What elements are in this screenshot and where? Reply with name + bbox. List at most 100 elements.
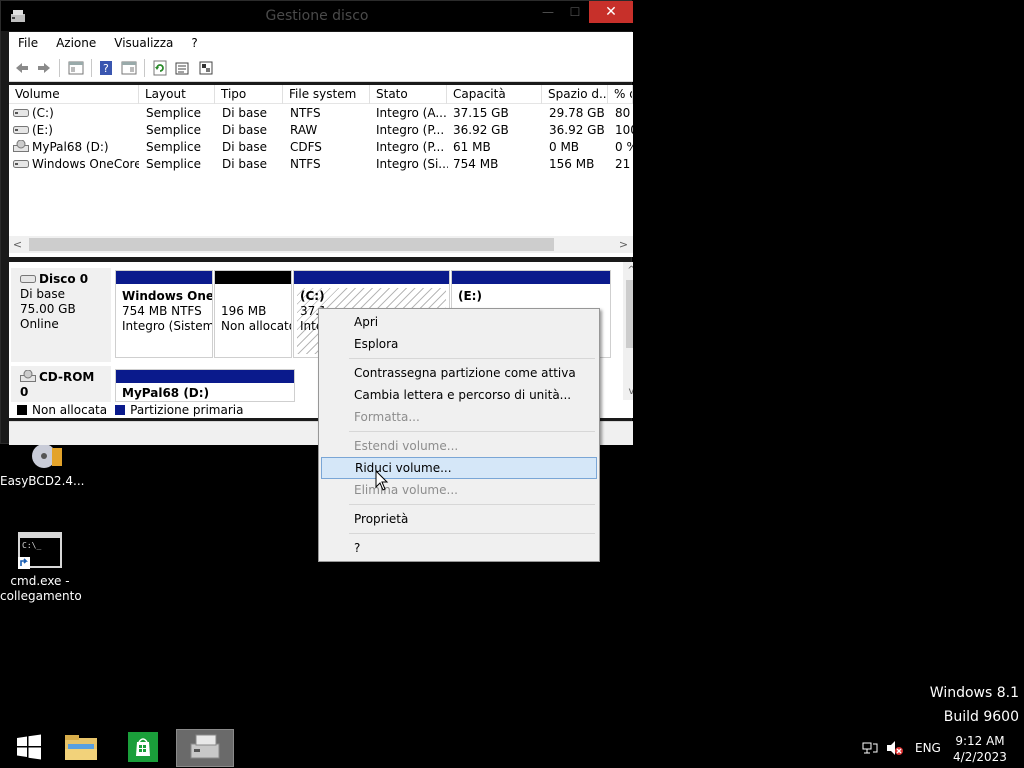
menu-item-change-letter[interactable]: Cambia lettera e percorso di unità...	[321, 384, 597, 406]
menu-item-help[interactable]: ?	[321, 537, 597, 559]
desktop-icon-easybcd[interactable]: EasyBCD2.4...	[0, 440, 85, 489]
minimize-button[interactable]: —	[535, 1, 561, 23]
column-header-volume[interactable]: Volume	[9, 85, 139, 104]
cell-spazio: 156 MB	[549, 157, 595, 171]
disk0-status: Online	[20, 317, 59, 331]
network-icon[interactable]	[862, 728, 878, 768]
watermark-os: Windows 8.1	[929, 685, 1019, 701]
disk0-label[interactable]: Disco 0 Di base 75.00 GB Online	[11, 268, 111, 362]
menu-item-shrink-volume[interactable]: Riduci volume...	[321, 457, 597, 479]
taskbar-store[interactable]	[114, 729, 172, 767]
menu-item-mark-active[interactable]: Contrassegna partizione come attiva	[321, 362, 597, 384]
table-row[interactable]: (C:) Semplice Di base NTFS Integro (A...…	[9, 105, 633, 122]
legend-primary: Partizione primaria	[130, 403, 244, 417]
volume-list: Volume Layout Tipo File system Stato Cap…	[9, 85, 633, 257]
volume-muted-icon[interactable]	[886, 728, 904, 768]
column-header-spazio[interactable]: Spazio d...	[542, 85, 608, 104]
menu-item-apri[interactable]: Apri	[321, 311, 597, 333]
context-menu: Apri Esplora Contrassegna partizione com…	[318, 308, 600, 562]
cell-tipo: Di base	[222, 106, 267, 120]
cdrom0-label[interactable]: CD-ROM 0 CD-ROM	[11, 366, 111, 414]
cell-layout: Semplice	[146, 157, 201, 171]
cell-capacita: 754 MB	[453, 157, 499, 171]
menu-file[interactable]: File	[9, 36, 47, 50]
taskbar-file-explorer[interactable]	[52, 729, 110, 767]
language-indicator[interactable]: ENG	[915, 728, 941, 768]
table-row[interactable]: (E:) Semplice Di base RAW Integro (P... …	[9, 122, 633, 139]
cell-capacita: 61 MB	[453, 140, 491, 154]
menu-separator	[349, 533, 595, 534]
desktop-icon-label: cmd.exe - collegamento	[0, 574, 82, 603]
vertical-scroll-thumb[interactable]	[626, 280, 633, 348]
disk0-name: Disco 0	[39, 272, 89, 286]
menu-visualizza[interactable]: Visualizza	[105, 36, 182, 50]
partition-title: (E:)	[458, 289, 482, 303]
close-button[interactable]: ✕	[589, 1, 633, 23]
table-row[interactable]: Windows OneCore Semplice Di base NTFS In…	[9, 156, 633, 173]
partition-title: MyPal68 (D:)	[122, 386, 210, 400]
menu-separator	[349, 431, 595, 432]
menu-help[interactable]: ?	[182, 36, 206, 50]
clock-time: 9:12 AM	[955, 734, 1005, 748]
help-icon[interactable]: ?	[97, 59, 115, 77]
cell-stato: Integro (P...	[376, 123, 445, 137]
menu-item-properties[interactable]: Proprietà	[321, 508, 597, 530]
menu-azione[interactable]: Azione	[47, 36, 105, 50]
scroll-down-button[interactable]: v	[623, 383, 633, 400]
refresh-icon[interactable]	[151, 59, 169, 77]
scroll-up-button[interactable]: ^	[623, 262, 633, 279]
column-header-stato[interactable]: Stato	[370, 85, 447, 104]
cell-file-system: RAW	[290, 123, 318, 137]
taskbar: ENG 9:12 AM 4/2/2023	[0, 728, 1024, 768]
partition-windows-onecore[interactable]: Windows OneC 754 MB NTFS Integro (Sistem…	[115, 270, 213, 358]
menu-item-extend-volume: Estendi volume...	[354, 439, 459, 453]
partition-title: Windows OneC	[122, 289, 212, 303]
scroll-right-button[interactable]: >	[615, 236, 632, 253]
column-header-tipo[interactable]: Tipo	[215, 85, 283, 104]
toolbar-separator	[144, 59, 145, 77]
start-button[interactable]	[0, 729, 58, 767]
forward-arrow-icon[interactable]	[35, 59, 53, 77]
vertical-scrollbar[interactable]: ^ v	[623, 262, 633, 400]
hard-drive-icon	[13, 106, 29, 117]
desktop: EasyBCD2.4... C:\_ cmd.exe - collegament…	[0, 0, 1024, 768]
column-header-file-system[interactable]: File system	[283, 85, 370, 104]
taskbar-disk-management[interactable]	[176, 729, 234, 767]
clock[interactable]: 9:12 AM 4/2/2023	[948, 733, 1012, 765]
cell-file-system: NTFS	[290, 106, 321, 120]
cell-file-system: CDFS	[290, 140, 322, 154]
back-arrow-icon[interactable]	[13, 59, 31, 77]
table-row[interactable]: MyPal68 (D:) Semplice Di base CDFS Integ…	[9, 139, 633, 156]
svg-text:?: ?	[103, 62, 109, 75]
hard-drive-icon	[13, 123, 29, 134]
menu-item-esplora[interactable]: Esplora	[321, 333, 597, 355]
scroll-left-button[interactable]: <	[9, 236, 26, 253]
desktop-icon-label: EasyBCD2.4...	[0, 474, 85, 488]
cmd-shortcut-icon: C:\_	[18, 532, 62, 570]
start-icon	[16, 734, 42, 763]
title-bar[interactable]: Gestione disco — ☐ ✕	[1, 1, 633, 31]
menu-item-delete-volume: Elimina volume...	[354, 483, 458, 497]
horizontal-scroll-thumb[interactable]	[29, 238, 554, 251]
desktop-icon-cmd[interactable]: C:\_ cmd.exe - collegamento	[0, 532, 82, 604]
partition-unallocated[interactable]: 196 MB Non allocato	[214, 270, 292, 358]
properties-icon[interactable]	[173, 59, 191, 77]
console-tree-icon[interactable]	[67, 59, 85, 77]
unallocated-swatch	[17, 405, 27, 415]
cell-percent: 80	[615, 106, 631, 120]
partition-mypal68[interactable]: MyPal68 (D:)	[115, 369, 295, 402]
list-view-icon[interactable]	[120, 59, 138, 77]
primary-partition-bar	[116, 370, 294, 383]
column-header-layout[interactable]: Layout	[139, 85, 215, 104]
cell-file-system: NTFS	[290, 157, 321, 171]
watermark-build: Build 9600	[943, 709, 1019, 725]
disk0-size: 75.00 GB	[20, 302, 76, 316]
hard-drive-icon	[13, 157, 29, 168]
column-header-capacita[interactable]: Capacità	[447, 85, 542, 104]
horizontal-scrollbar[interactable]: < >	[9, 236, 633, 253]
cell-stato: Integro (P...	[376, 140, 445, 154]
maximize-button[interactable]: ☐	[562, 1, 588, 23]
column-header-percent[interactable]: % d	[608, 85, 633, 104]
settings-icon[interactable]	[197, 59, 215, 77]
menu-bar: File Azione Visualizza ?	[9, 32, 633, 54]
